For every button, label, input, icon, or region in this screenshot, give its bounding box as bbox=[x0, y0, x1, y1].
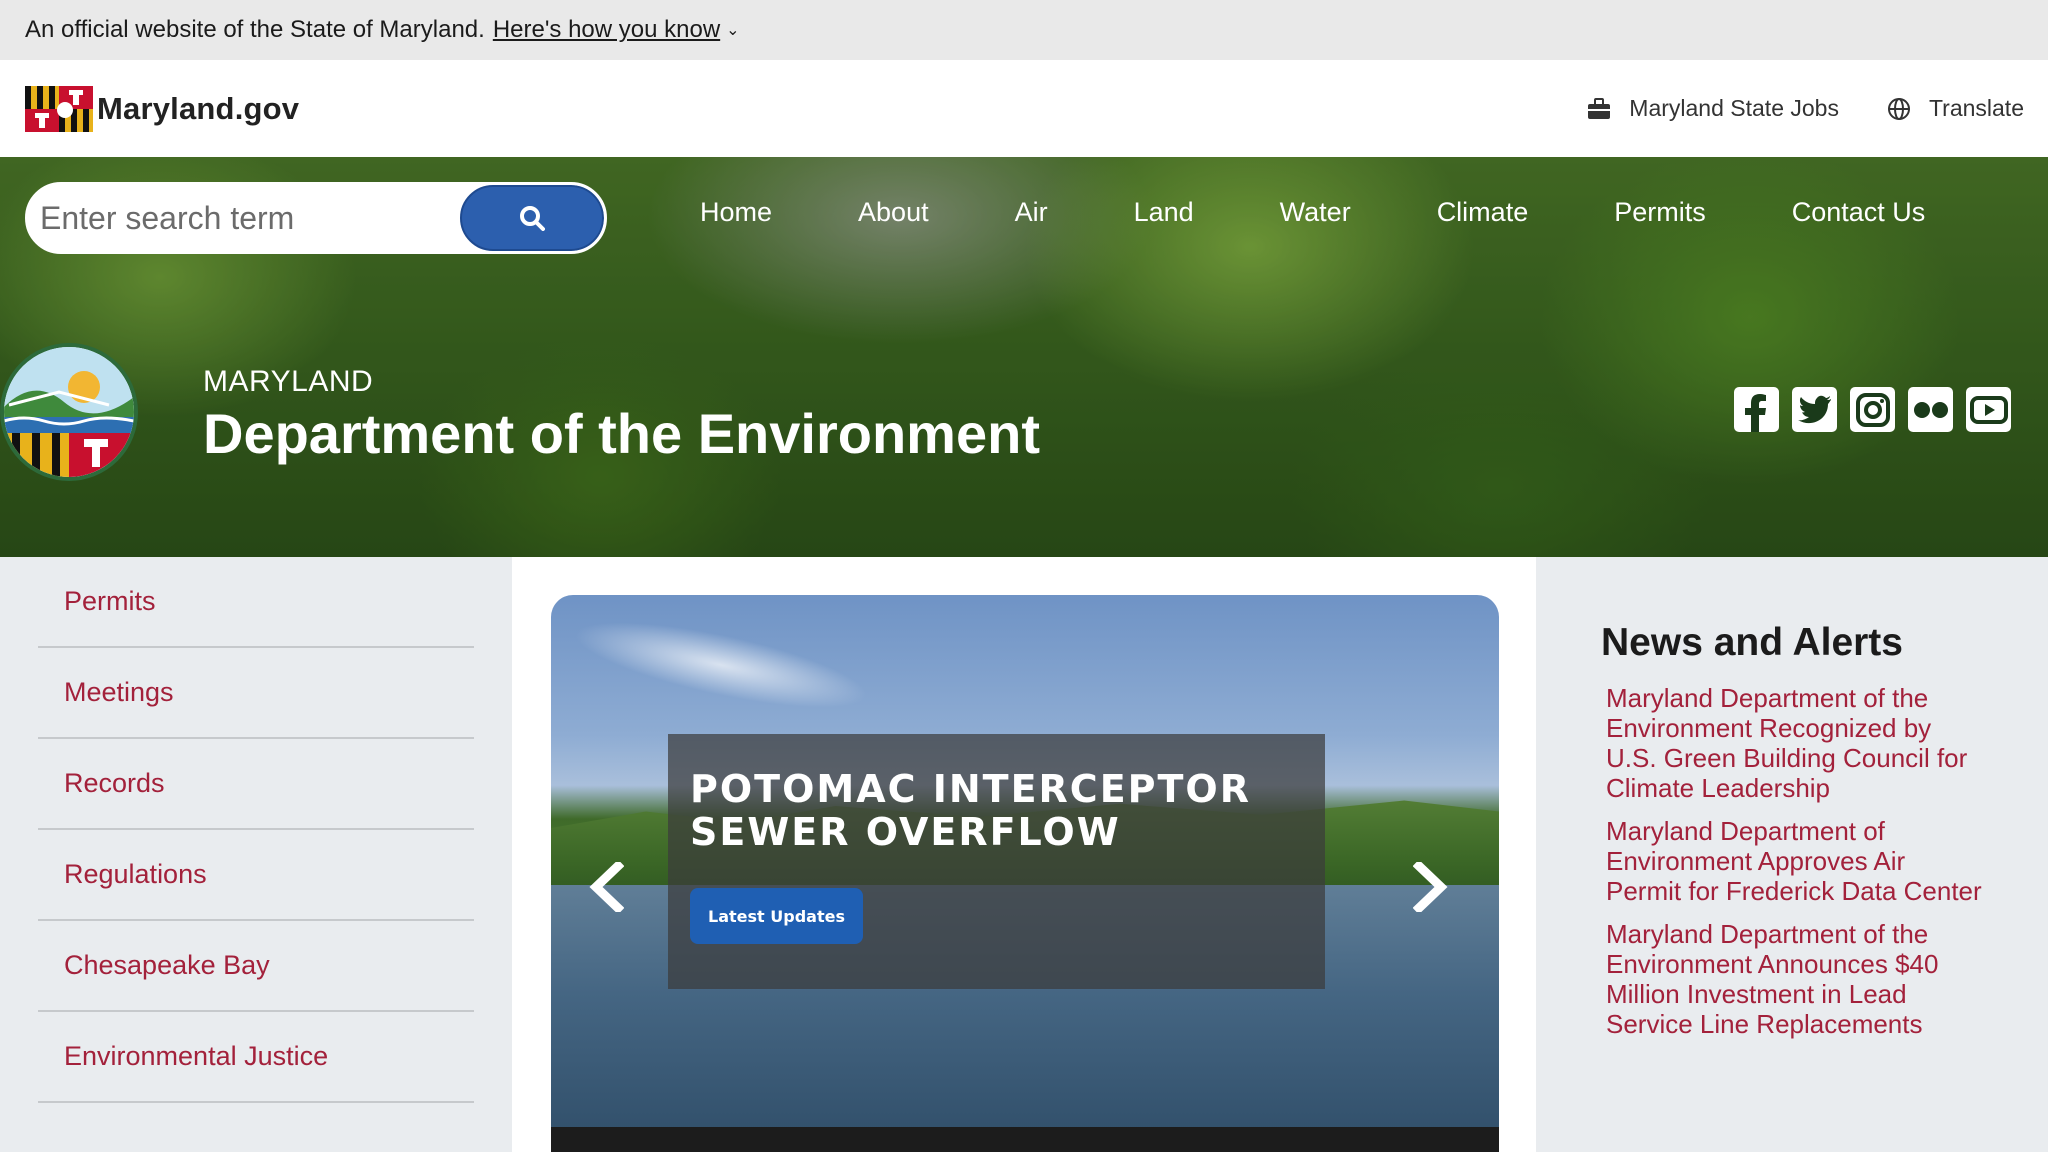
quick-links-list: Permits Meetings Records Regulations Che… bbox=[38, 557, 474, 1103]
search-input[interactable] bbox=[28, 185, 460, 251]
sidebar-item-meetings[interactable]: Meetings bbox=[38, 648, 474, 739]
translate-link[interactable]: Translate bbox=[1887, 95, 2024, 122]
latest-updates-button[interactable]: Latest Updates bbox=[690, 888, 863, 944]
official-banner-text: An official website of the State of Mary… bbox=[25, 16, 485, 43]
main-nav: Home About Air Land Water Climate Permit… bbox=[700, 197, 1968, 228]
search-form bbox=[25, 182, 607, 254]
facebook-icon bbox=[1745, 394, 1766, 432]
news-item[interactable]: Maryland Department of the Environment A… bbox=[1606, 919, 1986, 1039]
chevron-left-icon bbox=[589, 862, 624, 912]
official-banner: An official website of the State of Mary… bbox=[0, 0, 2048, 60]
main-content: POTOMAC INTERCEPTOR SEWER OVERFLOW Lates… bbox=[512, 557, 1536, 1152]
site-header: Maryland.gov Maryland State Jobs Transla… bbox=[0, 60, 2048, 157]
youtube-icon bbox=[1969, 395, 2008, 424]
youtube-link[interactable] bbox=[1966, 387, 2011, 432]
social-links bbox=[1734, 387, 2011, 432]
flickr-link[interactable] bbox=[1908, 387, 1953, 432]
state-jobs-link[interactable]: Maryland State Jobs bbox=[1587, 95, 1839, 122]
translate-label: Translate bbox=[1928, 95, 2024, 121]
hero-banner: Home About Air Land Water Climate Permit… bbox=[0, 157, 2048, 557]
hero-carousel: POTOMAC INTERCEPTOR SEWER OVERFLOW Lates… bbox=[551, 595, 1499, 1152]
chevron-right-icon bbox=[1413, 862, 1448, 912]
state-jobs-label: Maryland State Jobs bbox=[1629, 95, 1839, 121]
globe-icon bbox=[1887, 97, 1910, 120]
news-item[interactable]: Maryland Department of the Environment R… bbox=[1606, 683, 1986, 803]
left-sidebar: Permits Meetings Records Regulations Che… bbox=[0, 557, 512, 1152]
how-you-know-link[interactable]: Here's how you know bbox=[493, 16, 720, 44]
header-links: Maryland State Jobs Translate bbox=[1587, 95, 2024, 122]
instagram-link[interactable] bbox=[1850, 387, 1895, 432]
news-item[interactable]: Maryland Department of Environment Appro… bbox=[1606, 816, 1986, 906]
chevron-down-icon[interactable]: ⌄ bbox=[726, 20, 739, 40]
nav-water[interactable]: Water bbox=[1237, 197, 1394, 228]
brand-name: Maryland.gov bbox=[97, 90, 300, 126]
search-icon bbox=[520, 206, 545, 231]
twitter-link[interactable] bbox=[1792, 387, 1837, 432]
news-sidebar: News and Alerts Maryland Department of t… bbox=[1536, 557, 2048, 1152]
sidebar-item-permits[interactable]: Permits bbox=[38, 557, 474, 648]
nav-home[interactable]: Home bbox=[700, 197, 815, 228]
nav-about[interactable]: About bbox=[815, 197, 972, 228]
nav-contact-us[interactable]: Contact Us bbox=[1749, 197, 1969, 228]
carousel-next-button[interactable] bbox=[1406, 857, 1456, 917]
search-button[interactable] bbox=[460, 185, 604, 251]
agency-title[interactable]: Department of the Environment bbox=[203, 401, 1040, 466]
news-list: Maryland Department of the Environment R… bbox=[1606, 683, 1986, 1052]
nav-climate[interactable]: Climate bbox=[1394, 197, 1572, 228]
news-heading: News and Alerts bbox=[1601, 621, 1903, 664]
carousel-prev-button[interactable] bbox=[581, 857, 631, 917]
twitter-icon bbox=[1797, 395, 1831, 423]
maryland-flag-icon bbox=[25, 85, 93, 132]
sidebar-item-environmental-justice[interactable]: Environmental Justice bbox=[38, 1012, 474, 1103]
flickr-icon bbox=[1913, 401, 1948, 418]
nav-permits[interactable]: Permits bbox=[1571, 197, 1749, 228]
sidebar-item-regulations[interactable]: Regulations bbox=[38, 830, 474, 921]
nav-air[interactable]: Air bbox=[972, 197, 1091, 228]
cloud-decoration bbox=[568, 604, 874, 726]
slide-title: POTOMAC INTERCEPTOR SEWER OVERFLOW bbox=[690, 767, 1251, 854]
sidebar-item-records[interactable]: Records bbox=[38, 739, 474, 830]
agency-kicker: MARYLAND bbox=[203, 365, 374, 398]
facebook-link[interactable] bbox=[1734, 387, 1779, 432]
mde-seal-logo[interactable] bbox=[0, 343, 138, 481]
maryland-gov-logo[interactable]: Maryland.gov bbox=[25, 85, 300, 132]
instagram-icon bbox=[1855, 392, 1890, 427]
briefcase-icon bbox=[1588, 97, 1611, 119]
mde-seal-icon bbox=[4, 347, 134, 477]
nav-land[interactable]: Land bbox=[1091, 197, 1237, 228]
carousel-footer bbox=[551, 1127, 1499, 1152]
sidebar-item-chesapeake-bay[interactable]: Chesapeake Bay bbox=[38, 921, 474, 1012]
slide-caption-panel: POTOMAC INTERCEPTOR SEWER OVERFLOW Lates… bbox=[668, 734, 1325, 989]
